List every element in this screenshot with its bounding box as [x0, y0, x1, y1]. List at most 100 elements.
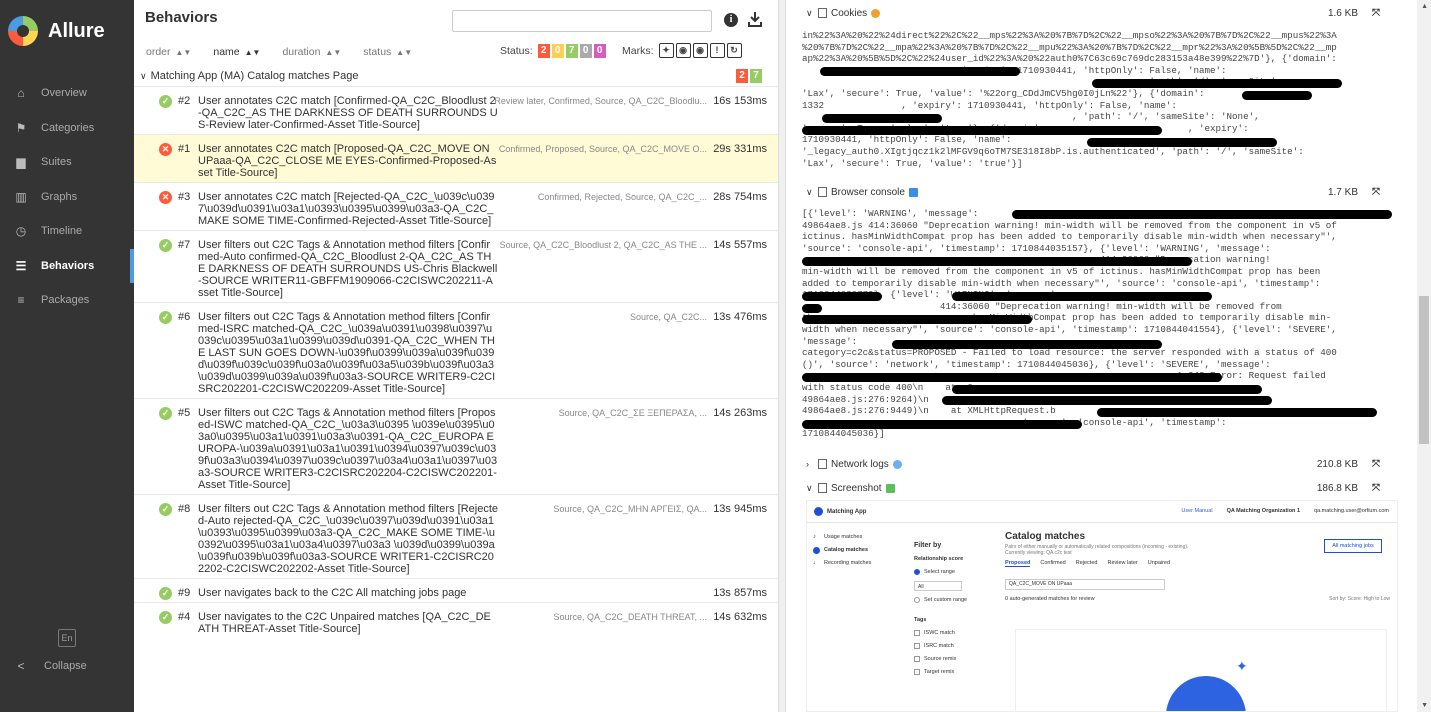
pane-splitter[interactable] — [778, 0, 786, 712]
scroll-down-icon[interactable]: ▼ — [1421, 702, 1428, 709]
language-button[interactable]: En — [58, 629, 76, 647]
status-count-badge[interactable]: 2 — [736, 69, 748, 83]
console-attachment-header[interactable]: ∨ Browser console 1.7 KB ⤧ — [806, 184, 1404, 200]
status-count-badge[interactable]: 0 — [551, 44, 564, 58]
file-icon — [818, 187, 827, 197]
behavior-group[interactable]: ∨ Matching App (MA) Catalog matches Page… — [140, 67, 772, 85]
test-row[interactable]: ✕ #1 User annotates C2C match [Proposed-QA… — [134, 134, 778, 182]
sidebar-item-overview[interactable]: ⌂ Overview — [0, 76, 134, 111]
shot-header: Matching App User Manual QA Matching Org… — [807, 501, 1397, 523]
marks-filter: Marks: ✦ ◉ ◉ ! ↻ — [622, 43, 742, 58]
redaction-bar — [802, 257, 1192, 266]
test-title: User navigates to the C2C Unpaired match… — [198, 611, 491, 635]
status-count-badge[interactable]: 7 — [750, 69, 762, 83]
sidebar-item-behaviors[interactable]: ☰ Behaviors — [0, 248, 134, 284]
sort-duration[interactable]: duration ▲▼ — [282, 46, 341, 58]
file-icon — [818, 483, 827, 493]
sidebar-item-packages[interactable]: ≡ Packages — [0, 283, 134, 318]
code-line: 'Lax', 'secure': True, 'value': '%22org_… — [802, 87, 1205, 99]
sort-order[interactable]: order ▲▼ — [146, 46, 191, 58]
test-number: #4 — [178, 611, 191, 623]
test-duration: 13s 945ms — [713, 503, 767, 515]
redaction-bar — [942, 396, 1272, 405]
code-line: 1710844045036}] — [802, 428, 885, 440]
shot-org: QA Matching Organization 1 — [1226, 508, 1301, 514]
sidebar-item-suites[interactable]: ▆ Suites — [0, 145, 134, 180]
sort-name[interactable]: name ▲▼ — [213, 46, 260, 58]
test-row[interactable]: ✕ #3 User annotates C2C match [Rejected-QA… — [134, 182, 778, 230]
cookies-attachment-header[interactable]: ∨ Cookies 1.6 KB ⤧ — [806, 5, 1404, 21]
allure-logo[interactable]: Allure — [0, 0, 134, 62]
code-line: in%22%3A%20%22%24direct%22%2C%22__mps%22… — [802, 30, 1337, 41]
new-broken-mark-icon[interactable]: ! — [709, 43, 725, 58]
test-title: User filters out C2C Tags & Annotation m… — [198, 407, 498, 491]
test-row[interactable]: ✓ #4 User navigates to the C2C Unpaired ma… — [134, 602, 778, 638]
screenshot-attachment-header[interactable]: ∨ Screenshot 186.8 KB ⤧ — [806, 480, 1404, 496]
status-count-badge[interactable]: 0 — [593, 44, 606, 58]
redaction-bar — [1097, 408, 1377, 417]
attachments-scrollbar[interactable]: ▲ ▼ — [1417, 0, 1431, 712]
shot-nav: ♪ Usage matches Catalog matches ♩ Recordin… — [813, 531, 871, 570]
test-duration: 13s 857ms — [713, 587, 767, 599]
test-row[interactable]: ✓ #6 User filters out C2C Tags & Annotatio… — [134, 302, 778, 398]
expand-icon[interactable]: ⤧ — [1372, 459, 1380, 470]
redaction-bar — [822, 114, 942, 123]
matching-app-logo-icon — [814, 507, 823, 516]
status-count-badge[interactable]: 7 — [565, 44, 578, 58]
expand-icon[interactable]: ⤧ — [1372, 187, 1380, 198]
expand-icon[interactable]: ⤧ — [1372, 483, 1380, 494]
redaction-bar — [1012, 210, 1392, 219]
sidebar-item-graphs[interactable]: ▥ Graphs — [0, 180, 134, 215]
status-count-badge[interactable]: 0 — [579, 44, 592, 58]
expand-icon[interactable]: ⤧ — [1372, 8, 1380, 19]
sort-status[interactable]: status ▲▼ — [363, 46, 412, 58]
network-attachment-header[interactable]: › Network logs 210.8 KB ⤧ — [806, 456, 1404, 472]
search-input[interactable] — [452, 10, 712, 32]
status-count-badge[interactable]: 2 — [537, 44, 550, 58]
bar-chart-icon: ▥ — [15, 189, 27, 204]
scroll-up-icon[interactable]: ▲ — [1421, 3, 1428, 10]
code-line: width when necessary"', 'source': 'conso… — [802, 323, 1337, 335]
sidebar-nav: ⌂ Overview ⚑ Categories ▆ Suites ▥ Graphs ◷ Timel… — [0, 76, 134, 318]
redaction-bar — [802, 420, 1082, 429]
code-line: ap%22%3A%20%5B%5D%2C%22%24user_id%22%3A%… — [802, 53, 1337, 65]
test-row[interactable]: ✓ #9 User navigates back to the C2C All ma… — [134, 578, 778, 602]
test-params: Confirmed, Proposed, Source, QA_C2C_MOVE… — [498, 144, 707, 154]
sidebar-item-label: Overview — [41, 87, 87, 100]
attachment-label: Cookies — [831, 7, 868, 19]
code-line: min-width will be removed from the compo… — [802, 265, 1321, 277]
scrollbar-thumb[interactable] — [1419, 296, 1429, 444]
shot-user-manual: User Manual — [1181, 508, 1213, 514]
test-row[interactable]: ✓ #7 User filters out C2C Tags & Annotatio… — [134, 230, 778, 302]
test-title: User filters out C2C Tags & Annotation m… — [198, 311, 496, 395]
test-title: User annotates C2C match [Rejected-QA_C2… — [198, 191, 495, 227]
collapse-button[interactable]: < Collapse — [14, 660, 86, 672]
test-params: Confirmed, Rejected, Source, QA_C2C_... — [537, 192, 707, 202]
test-params: Source, QA_C2C_ΜΗΝ ΑΡΓΕΙΣ, QA... — [553, 504, 707, 514]
shot-nav-item: ♪ Usage matches — [813, 534, 863, 540]
new-failed-mark-icon[interactable]: ◉ — [675, 43, 691, 58]
retries-mark-icon[interactable]: ↻ — [726, 43, 742, 58]
console-content: [{'level': 'WARNING', 'message': 49864ae8… — [802, 208, 1412, 440]
code-line: 'source': 'console-api', 'timestamp': 17… — [802, 242, 1271, 254]
redaction-bar — [802, 304, 822, 313]
code-line: 414:36060 "Deprecation warning! min-widt… — [802, 300, 1282, 312]
test-row[interactable]: ✓ #8 User filters out C2C Tags & Annotatio… — [134, 494, 778, 578]
info-icon[interactable]: i — [724, 13, 738, 27]
x-circle-icon: ✕ — [159, 191, 172, 204]
screenshot-image[interactable]: Matching App User Manual QA Matching Org… — [806, 500, 1398, 712]
test-title: User filters out C2C Tags & Annotation m… — [198, 239, 498, 299]
new-passed-mark-icon[interactable]: ◉ — [692, 43, 708, 58]
test-row[interactable]: ✓ #2 User annotates C2C match [Confirmed-Q… — [134, 86, 778, 134]
sidebar-item-timeline[interactable]: ◷ Timeline — [0, 214, 134, 249]
download-icon[interactable] — [748, 11, 762, 27]
test-title: User annotates C2C match [Proposed-QA_C2… — [198, 143, 497, 179]
test-duration: 14s 632ms — [713, 611, 767, 623]
test-row[interactable]: ✓ #5 User filters out C2C Tags & Annotatio… — [134, 398, 778, 494]
sidebar-item-categories[interactable]: ⚑ Categories — [0, 111, 134, 146]
test-number: #6 — [178, 311, 191, 323]
flaky-mark-icon[interactable]: ✦ — [658, 43, 674, 58]
code-line: 49864ae8.js 414:36060 "Deprecation warni… — [802, 219, 1337, 231]
test-params: Review later, Confirmed, Source, QA_C2C_… — [494, 96, 707, 106]
attachment-label: Browser console — [831, 186, 905, 198]
